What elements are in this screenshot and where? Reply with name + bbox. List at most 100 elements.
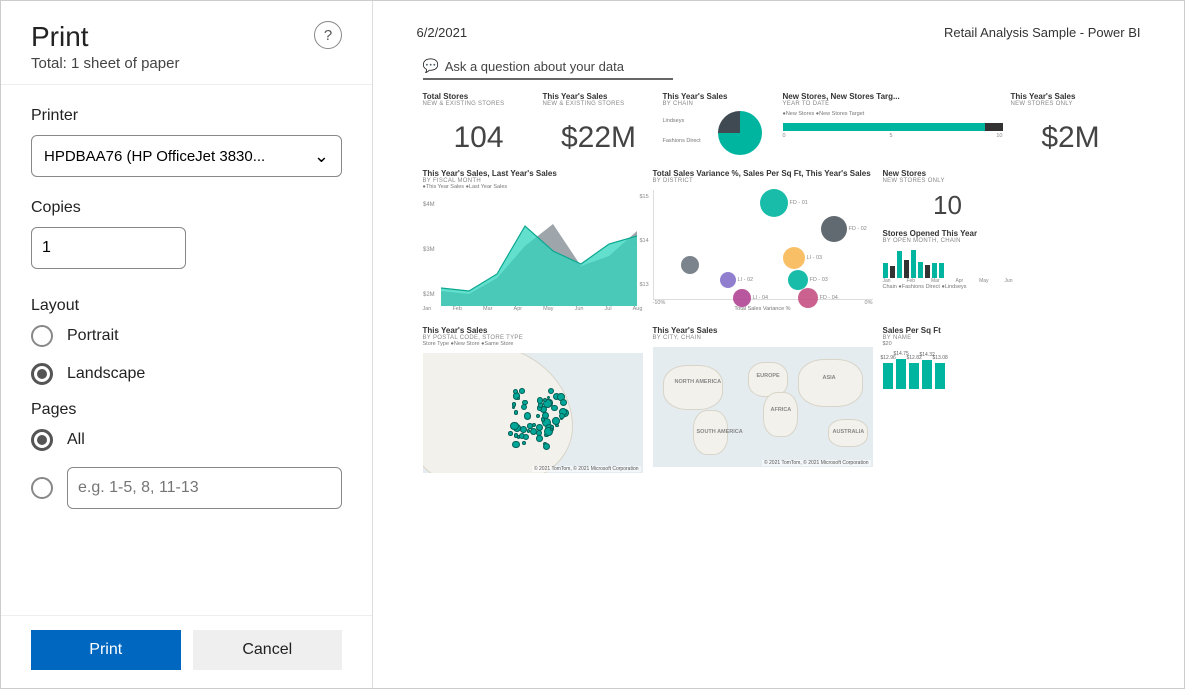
tile-ty-sales-new: This Year's Sales NEW STORES ONLY $2M	[1011, 92, 1131, 155]
tick: $14	[640, 238, 649, 244]
tile-sub: NEW STORES ONLY	[1011, 101, 1131, 107]
pages-all-option[interactable]: All	[31, 429, 342, 451]
tile-sub: YEAR TO DATE	[783, 101, 1003, 107]
tick: Jun	[575, 306, 584, 312]
print-preview-pane[interactable]: 6/2/2021 Retail Analysis Sample - Power …	[373, 1, 1184, 688]
printer-label: Printer	[31, 107, 342, 125]
legend-item: New Store	[454, 341, 480, 347]
layout-portrait-label: Portrait	[67, 327, 119, 345]
map-label: EUROPE	[757, 373, 780, 379]
tick: 0	[783, 133, 786, 139]
bubble-icon	[733, 289, 751, 307]
help-button[interactable]: ?	[314, 21, 342, 49]
tile-new-stores: New Stores NEW STORES ONLY 10	[883, 169, 1013, 221]
bubble-label: LI - 02	[738, 277, 754, 283]
tick: Feb	[452, 306, 461, 312]
copies-input[interactable]	[31, 227, 186, 269]
bubble-label: LI - 03	[807, 255, 823, 261]
tile-map-postal: This Year's Sales BY POSTAL CODE, STORE …	[423, 326, 643, 473]
legend-item: This Year Sales	[426, 184, 464, 190]
layout-landscape-option[interactable]: Landscape	[31, 363, 342, 385]
print-button[interactable]: Print	[31, 630, 181, 670]
bubble-label: FD - 03	[810, 277, 828, 283]
legend-item: New Stores Target	[819, 111, 864, 117]
layout-portrait-option[interactable]: Portrait	[31, 325, 342, 347]
tile-title: This Year's Sales, Last Year's Sales	[423, 169, 643, 178]
legend-item: New Stores	[786, 111, 814, 117]
scatter-chart-icon: $15 $14 $13 FD - 01FD - 02LI - 03FD - 03…	[653, 190, 873, 300]
tick: $13	[640, 282, 649, 288]
map-label: SOUTH AMERICA	[697, 429, 743, 435]
tile-area-chart: This Year's Sales, Last Year's Sales BY …	[423, 169, 643, 312]
tile-title: Sales Per Sq Ft	[883, 326, 1013, 335]
bubble-label: FD - 01	[790, 200, 808, 206]
tile-title: Total Stores	[423, 92, 535, 101]
legend-item: Lindseys	[945, 284, 967, 290]
tile-sub: NEW STORES ONLY	[883, 178, 1013, 184]
bar-chart-icon: $12.96 $14.75 $12.82 $14.32 $13.08	[883, 349, 1013, 389]
qa-prompt-text: Ask a question about your data	[445, 59, 624, 74]
cancel-button[interactable]: Cancel	[193, 630, 343, 670]
tick: May	[543, 306, 553, 312]
dialog-title: Print	[31, 21, 179, 53]
map-icon: © 2021 TomTom, © 2021 Microsoft Corporat…	[423, 353, 643, 473]
tile-title: Total Sales Variance %, Sales Per Sq Ft,…	[653, 169, 873, 178]
pie-chart-icon	[718, 111, 762, 155]
radio-selected-icon	[31, 429, 53, 451]
radio-icon	[31, 477, 53, 499]
tile-title: This Year's Sales	[543, 92, 655, 101]
svg-text:$3M: $3M	[423, 247, 435, 253]
print-dialog-panel: Print Total: 1 sheet of paper ? Printer …	[1, 1, 373, 688]
legend-item: Last Year Sales	[469, 184, 507, 190]
pages-range-input[interactable]	[67, 467, 342, 509]
help-icon: ?	[324, 27, 332, 44]
tick: Apr	[514, 306, 523, 312]
printer-select-value: HPDBAA76 (HP OfficeJet 3830...	[44, 148, 265, 165]
tile-sub: BY CITY, CHAIN	[653, 335, 873, 341]
print-options-scroll[interactable]: Printer HPDBAA76 (HP OfficeJet 3830... ⌄…	[1, 85, 372, 615]
bubble-icon	[821, 216, 847, 242]
tile-sub: NEW & EXISTING STORES	[543, 101, 655, 107]
tick: May	[979, 278, 988, 284]
bar-chart-icon	[783, 123, 1003, 131]
tile-ty-sales-chain: This Year's Sales BY CHAIN Lindseys Fash…	[663, 92, 775, 155]
tile-title: This Year's Sales	[653, 326, 873, 335]
tile-sub: NEW & EXISTING STORES	[423, 101, 535, 107]
tile-value: $22M	[543, 121, 655, 155]
bubble-icon	[760, 189, 788, 217]
chevron-down-icon: ⌄	[314, 146, 329, 167]
layout-landscape-label: Landscape	[67, 365, 145, 383]
map-label: AFRICA	[771, 407, 792, 413]
tick: 0%	[865, 300, 873, 306]
svg-text:$4M: $4M	[423, 202, 435, 208]
tile-title: New Stores	[883, 169, 1013, 178]
tile-title: Stores Opened This Year	[883, 229, 1013, 238]
chat-icon: 💬	[423, 58, 439, 74]
tile-stores-opened: Stores Opened This Year BY OPEN MONTH, C…	[883, 229, 1013, 290]
tile-title: New Stores, New Stores Targ...	[783, 92, 1003, 101]
bubble-icon	[720, 272, 736, 288]
tile-title: This Year's Sales	[663, 92, 775, 101]
qa-input-row[interactable]: 💬 Ask a question about your data	[423, 58, 673, 80]
tick: -10%	[653, 300, 666, 306]
map-label: NORTH AMERICA	[675, 379, 722, 385]
tick: $15	[640, 194, 649, 200]
map-copyright: © 2021 TomTom, © 2021 Microsoft Corporat…	[532, 466, 641, 472]
axis-label: Total Sales Variance %	[653, 306, 873, 312]
legend-label: Store Type	[423, 341, 450, 347]
layout-label: Layout	[31, 297, 342, 315]
radio-icon	[31, 325, 53, 347]
legend-item: Fashions Direct	[663, 138, 701, 144]
preview-doc-title: Retail Analysis Sample - Power BI	[944, 25, 1141, 40]
tile-sub: BY OPEN MONTH, CHAIN	[883, 238, 1013, 244]
tile-value: 10	[883, 190, 1013, 221]
legend-item: Fashions Direct	[902, 284, 940, 290]
area-chart-icon: $4M $3M $2M	[423, 196, 643, 306]
bubble-label: FD - 02	[849, 226, 867, 232]
tile-total-stores: Total Stores NEW & EXISTING STORES 104	[423, 92, 535, 155]
pages-custom-option[interactable]	[31, 467, 342, 509]
legend-item: Chain	[883, 284, 897, 290]
printer-select[interactable]: HPDBAA76 (HP OfficeJet 3830... ⌄	[31, 135, 342, 177]
tile-sales-sqft: Sales Per Sq Ft BY NAME $20 $12.96 $14.7…	[883, 326, 1013, 473]
copies-label: Copies	[31, 199, 342, 217]
